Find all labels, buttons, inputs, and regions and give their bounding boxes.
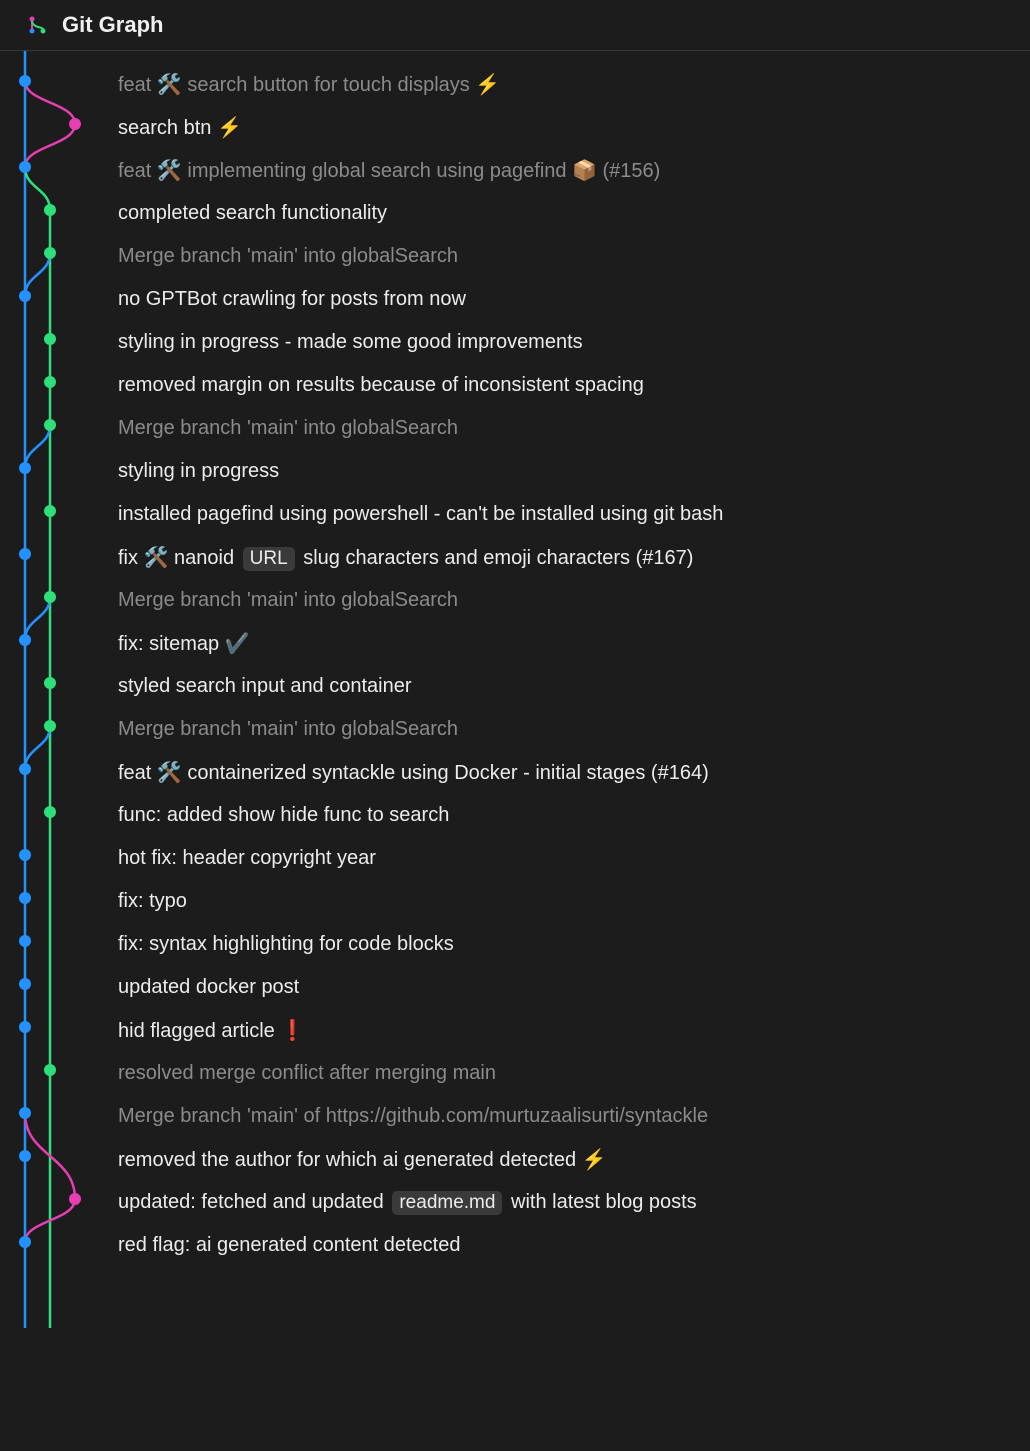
commit-node[interactable] <box>44 677 56 689</box>
commit-node[interactable] <box>44 720 56 732</box>
commit-node[interactable] <box>44 333 56 345</box>
commit-message: search btn ⚡ <box>118 115 242 140</box>
commit-node[interactable] <box>19 763 31 775</box>
commit-node[interactable] <box>19 978 31 990</box>
commit-row[interactable]: removed the author for which ai generate… <box>118 1138 1030 1181</box>
commit-row[interactable]: styled search input and container <box>118 665 1030 708</box>
commit-row[interactable]: styling in progress - made some good imp… <box>118 321 1030 364</box>
commit-node[interactable] <box>44 806 56 818</box>
commit-row[interactable]: completed search functionality <box>118 192 1030 235</box>
header-title: Git Graph <box>62 12 163 38</box>
commit-row[interactable]: search btn ⚡ <box>118 106 1030 149</box>
code-pill: URL <box>243 547 295 571</box>
commit-node[interactable] <box>19 75 31 87</box>
git-graph-icon <box>28 15 48 35</box>
commit-message: fix 🛠️ nanoid URL slug characters and em… <box>118 545 693 570</box>
commit-message: styling in progress - made some good imp… <box>118 331 583 354</box>
commit-row[interactable]: fix 🛠️ nanoid URL slug characters and em… <box>118 536 1030 579</box>
commit-row[interactable]: installed pagefind using powershell - ca… <box>118 493 1030 536</box>
commit-message: fix: syntax highlighting for code blocks <box>118 933 454 956</box>
commit-node[interactable] <box>19 290 31 302</box>
commit-row[interactable]: fix: typo <box>118 880 1030 923</box>
commit-node[interactable] <box>19 634 31 646</box>
commit-node[interactable] <box>19 849 31 861</box>
commit-row[interactable]: red flag: ai generated content detected <box>118 1224 1030 1267</box>
commit-message: Merge branch 'main' of https://github.co… <box>118 1105 708 1128</box>
commit-list: feat 🛠️ search button for touch displays… <box>118 63 1030 1267</box>
commit-row[interactable]: Merge branch 'main' into globalSearch <box>118 407 1030 450</box>
commit-row[interactable]: hot fix: header copyright year <box>118 837 1030 880</box>
commit-message: hid flagged article ❗ <box>118 1018 305 1043</box>
commit-node[interactable] <box>19 935 31 947</box>
commit-message: removed the author for which ai generate… <box>118 1147 607 1172</box>
commit-message: feat 🛠️ implementing global search using… <box>118 158 660 183</box>
commit-message: updated docker post <box>118 976 299 999</box>
commit-message: installed pagefind using powershell - ca… <box>118 503 723 526</box>
commit-message: removed margin on results because of inc… <box>118 374 644 397</box>
header-bar: Git Graph <box>0 0 1030 51</box>
commit-message: resolved merge conflict after merging ma… <box>118 1062 496 1085</box>
commit-message: Merge branch 'main' into globalSearch <box>118 718 458 741</box>
commit-node[interactable] <box>44 204 56 216</box>
commit-node[interactable] <box>19 1021 31 1033</box>
commit-row[interactable]: Merge branch 'main' into globalSearch <box>118 579 1030 622</box>
commit-row[interactable]: Merge branch 'main' into globalSearch <box>118 235 1030 278</box>
graph-svg <box>0 51 120 1451</box>
commit-row[interactable]: hid flagged article ❗ <box>118 1009 1030 1052</box>
commit-node[interactable] <box>19 1150 31 1162</box>
code-pill: readme.md <box>392 1191 502 1215</box>
commit-node[interactable] <box>19 892 31 904</box>
commit-node[interactable] <box>69 1193 81 1205</box>
commit-row[interactable]: fix: sitemap ✔️ <box>118 622 1030 665</box>
commit-node[interactable] <box>44 591 56 603</box>
commit-row[interactable]: feat 🛠️ implementing global search using… <box>118 149 1030 192</box>
commit-message: styled search input and container <box>118 675 412 698</box>
commit-node[interactable] <box>44 376 56 388</box>
commit-row[interactable]: fix: syntax highlighting for code blocks <box>118 923 1030 966</box>
commit-row[interactable]: updated: fetched and updated readme.md w… <box>118 1181 1030 1224</box>
commit-message: feat 🛠️ search button for touch displays… <box>118 72 500 97</box>
commit-row[interactable]: Merge branch 'main' of https://github.co… <box>118 1095 1030 1138</box>
commit-message: no GPTBot crawling for posts from now <box>118 288 466 311</box>
commit-node[interactable] <box>44 247 56 259</box>
commit-row[interactable]: func: added show hide func to search <box>118 794 1030 837</box>
commit-message: completed search functionality <box>118 202 387 225</box>
commit-node[interactable] <box>44 419 56 431</box>
commit-node[interactable] <box>69 118 81 130</box>
commit-node[interactable] <box>19 1107 31 1119</box>
commit-node[interactable] <box>44 505 56 517</box>
commit-message: func: added show hide func to search <box>118 804 449 827</box>
commit-row[interactable]: Merge branch 'main' into globalSearch <box>118 708 1030 751</box>
commit-row[interactable]: resolved merge conflict after merging ma… <box>118 1052 1030 1095</box>
commit-row[interactable]: removed margin on results because of inc… <box>118 364 1030 407</box>
commit-row[interactable]: feat 🛠️ search button for touch displays… <box>118 63 1030 106</box>
commit-node[interactable] <box>19 161 31 173</box>
commit-node[interactable] <box>19 1236 31 1248</box>
commit-row[interactable]: feat 🛠️ containerized syntackle using Do… <box>118 751 1030 794</box>
commit-message: red flag: ai generated content detected <box>118 1234 460 1257</box>
commit-row[interactable]: updated docker post <box>118 966 1030 1009</box>
commit-node[interactable] <box>19 462 31 474</box>
commit-row[interactable]: no GPTBot crawling for posts from now <box>118 278 1030 321</box>
commit-message: fix: sitemap ✔️ <box>118 631 250 656</box>
commit-message: styling in progress <box>118 460 279 483</box>
commit-message: feat 🛠️ containerized syntackle using Do… <box>118 760 709 785</box>
commit-message: hot fix: header copyright year <box>118 847 376 870</box>
commit-message: fix: typo <box>118 890 187 913</box>
commit-message: Merge branch 'main' into globalSearch <box>118 245 458 268</box>
commit-message: Merge branch 'main' into globalSearch <box>118 589 458 612</box>
commit-message: Merge branch 'main' into globalSearch <box>118 417 458 440</box>
commit-row[interactable]: styling in progress <box>118 450 1030 493</box>
commit-node[interactable] <box>44 1064 56 1076</box>
commit-node[interactable] <box>19 548 31 560</box>
git-graph-content: feat 🛠️ search button for touch displays… <box>0 51 1030 1267</box>
commit-message: updated: fetched and updated readme.md w… <box>118 1191 697 1214</box>
